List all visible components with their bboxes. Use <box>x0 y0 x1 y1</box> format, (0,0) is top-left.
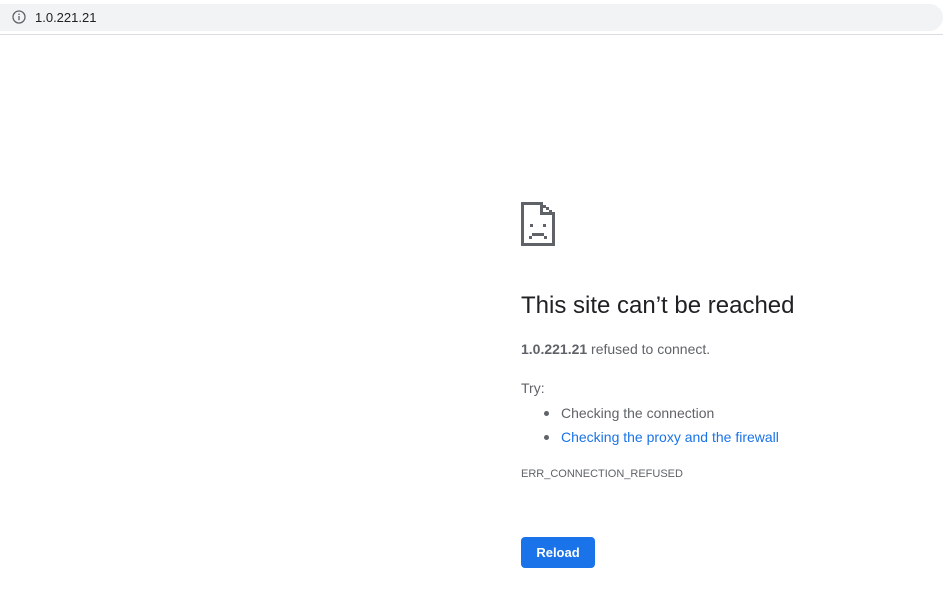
omnibox[interactable]: 1.0.221.21 <box>0 4 943 31</box>
sad-document-icon <box>521 202 555 246</box>
error-host: 1.0.221.21 <box>521 341 588 357</box>
url-text[interactable]: 1.0.221.21 <box>35 9 96 26</box>
try-label: Try: <box>521 380 545 396</box>
address-bar: 1.0.221.21 <box>0 0 943 35</box>
reload-button[interactable]: Reload <box>521 537 595 568</box>
error-code: ERR_CONNECTION_REFUSED <box>521 468 683 480</box>
error-summary: 1.0.221.21 refused to connect. <box>521 339 710 359</box>
info-icon[interactable] <box>12 10 26 24</box>
suggestion-check-connection: Checking the connection <box>544 401 779 425</box>
error-headline: This site can’t be reached <box>521 292 795 319</box>
suggestion-list: Checking the connection Checking the pro… <box>521 401 779 449</box>
error-summary-text: refused to connect. <box>587 341 711 357</box>
suggestion-check-proxy-firewall-link[interactable]: Checking the proxy and the firewall <box>544 425 779 449</box>
